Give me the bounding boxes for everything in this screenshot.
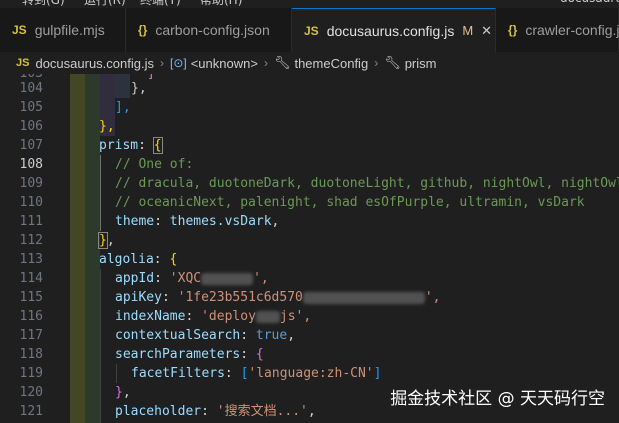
code-line: contextualSearch: true, bbox=[115, 328, 296, 343]
code-line: prism: { bbox=[99, 137, 163, 154]
line-number: 118 bbox=[19, 347, 43, 362]
breadcrumb-prism[interactable]: prism bbox=[405, 56, 437, 71]
tab-label: docusaurus.config.js bbox=[326, 22, 455, 39]
code-line: }, bbox=[98, 232, 115, 249]
code-line: }, bbox=[99, 119, 115, 134]
line-number: 107 bbox=[19, 138, 43, 153]
code-line: placeholder: '搜索文档...', bbox=[115, 404, 316, 419]
code-line: // oceanicNext, palenight, shad esOfPurp… bbox=[115, 195, 585, 210]
window-title: docusaurus bbox=[560, 0, 619, 5]
line-number: 104 bbox=[19, 81, 43, 96]
json-file-icon: {} bbox=[508, 23, 518, 37]
js-file-icon: JS bbox=[16, 57, 30, 69]
object-symbol-icon: [⊙] bbox=[169, 56, 187, 70]
code-line: // One of: bbox=[115, 157, 194, 172]
code-line: theme: themes.vsDark, bbox=[115, 214, 280, 229]
menu-item-help[interactable]: 帮助(H) bbox=[200, 0, 242, 8]
line-number: 116 bbox=[19, 309, 43, 324]
code-area[interactable]: ] }, ], }, prism: { // One of: // dracul… bbox=[83, 74, 619, 423]
line-number: 117 bbox=[19, 328, 43, 343]
redacted-blur bbox=[201, 272, 254, 285]
menu-item-goto[interactable]: 转到(G) bbox=[22, 0, 65, 8]
menubar: 转到(G) 运行(R) 终端(T) 帮助(H) docusaurus bbox=[0, 0, 619, 8]
line-number: 115 bbox=[19, 290, 43, 305]
breadcrumb-unknown[interactable]: <unknown> bbox=[191, 56, 258, 71]
line-number: 110 bbox=[19, 195, 43, 210]
code-line: searchParameters: { bbox=[115, 347, 264, 362]
tab-label: carbon-config.json bbox=[155, 22, 270, 38]
redacted-blur bbox=[302, 291, 425, 304]
menu-item-run[interactable]: 运行(R) bbox=[84, 0, 126, 8]
code-line: indexName: 'deploy js', bbox=[115, 309, 312, 324]
redacted-blur bbox=[255, 310, 280, 323]
wrench-icon: 🔧︎ bbox=[273, 55, 291, 70]
menu-item-terminal[interactable]: 终端(T) bbox=[140, 0, 181, 8]
chevron-right-icon: › bbox=[263, 56, 268, 70]
js-file-icon: JS bbox=[12, 23, 27, 37]
code-line: appId: 'XQC ', bbox=[115, 271, 269, 286]
tab-gulpfile[interactable]: JS gulpfile.mjs bbox=[0, 8, 126, 52]
line-number: 106 bbox=[19, 119, 43, 134]
tab-label: crawler-config.json bbox=[525, 22, 619, 38]
code-line: // dracula, duotoneDark, duotoneLight, g… bbox=[115, 176, 619, 191]
line-number: 112 bbox=[19, 233, 43, 248]
line-number: 111 bbox=[19, 214, 43, 229]
tab-docusaurus-config[interactable]: JS docusaurus.config.js M ✕ bbox=[292, 8, 496, 52]
modified-indicator: M bbox=[462, 23, 474, 38]
code-line: ] bbox=[147, 74, 155, 83]
line-number: 105 bbox=[19, 100, 43, 115]
line-number-gutter: 103 104 105 106 107 108 109 110 111 112 … bbox=[0, 74, 70, 423]
close-icon[interactable]: ✕ bbox=[481, 23, 492, 39]
json-file-icon: {} bbox=[138, 23, 148, 37]
code-line: facetFilters: ['language:zh-CN'] bbox=[131, 366, 382, 381]
js-file-icon: JS bbox=[304, 23, 319, 38]
tab-label: gulpfile.mjs bbox=[34, 22, 105, 38]
line-number: 121 bbox=[19, 404, 43, 419]
code-line: algolia: { bbox=[99, 252, 178, 267]
breadcrumb-theme-config[interactable]: themeConfig bbox=[294, 56, 368, 71]
code-line: }, bbox=[131, 81, 147, 96]
tab-carbon-config[interactable]: {} carbon-config.json bbox=[126, 8, 292, 52]
line-number: 114 bbox=[19, 271, 43, 286]
line-number: 119 bbox=[19, 366, 43, 381]
tab-crawler-config[interactable]: {} crawler-config.json bbox=[496, 8, 619, 52]
wrench-icon: 🔧︎ bbox=[384, 55, 401, 70]
line-number-current: 108 bbox=[19, 157, 43, 172]
code-line: ], bbox=[115, 100, 131, 115]
chevron-right-icon: › bbox=[159, 56, 164, 70]
line-number: 109 bbox=[19, 176, 43, 191]
code-line: }, bbox=[115, 385, 131, 400]
watermark: 掘金技术社区 @ 天天码行空 bbox=[390, 389, 605, 409]
line-number: 113 bbox=[19, 252, 43, 267]
line-number: 120 bbox=[19, 385, 43, 400]
breadcrumb: JS docusaurus.config.js › [⊙] <unknown> … bbox=[0, 52, 619, 74]
breadcrumb-file[interactable]: docusaurus.config.js bbox=[35, 56, 154, 71]
chevron-right-icon: › bbox=[374, 56, 379, 70]
code-line: apiKey: '1fe23b551c6d570 ', bbox=[115, 290, 441, 305]
code-editor[interactable]: 103 104 105 106 107 108 109 110 111 112 … bbox=[0, 74, 619, 423]
editor-tab-bar: JS gulpfile.mjs {} carbon-config.json JS… bbox=[0, 8, 619, 53]
